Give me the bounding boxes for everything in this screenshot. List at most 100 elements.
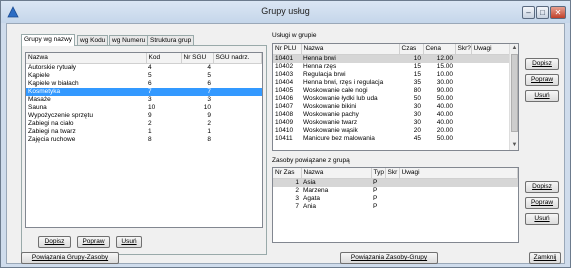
close-window-button[interactable]: ✕ xyxy=(550,6,566,19)
service-row-cell: 15 xyxy=(413,70,421,78)
service-row[interactable]: 10405 Woskowanie całe nogi 80 90.00 xyxy=(273,87,511,95)
service-row[interactable]: 10404 Henna brwi, rzęs i regulacja 35 30.00 xyxy=(273,79,511,87)
col-header-price[interactable]: Cena xyxy=(423,44,456,55)
service-row-cell: 50.00 xyxy=(436,134,453,142)
resource-row-cell: P xyxy=(371,178,385,187)
service-row-cell xyxy=(455,63,471,71)
group-row[interactable]: Wypożyczenie sprzętu 9 9 xyxy=(26,112,262,120)
resource-row-cell xyxy=(399,195,518,203)
tab-by-code[interactable]: wg Kodu xyxy=(77,35,109,45)
service-add-button[interactable]: Dopisz xyxy=(525,58,559,70)
service-row[interactable]: 10409 Woskowanie twarz 30 40.00 xyxy=(273,119,511,127)
col-header-parent-sgu[interactable]: SGU nadrz. xyxy=(213,53,262,64)
col-header-resource-short[interactable]: Skr xyxy=(385,168,400,179)
col-header-short[interactable]: Skr? xyxy=(455,44,472,55)
col-header-resource-notes[interactable]: Uwagi xyxy=(399,168,518,179)
group-row-cell: Kosmetyka xyxy=(26,87,146,96)
service-row-cell xyxy=(455,127,471,135)
services-grid[interactable]: Nr PLU Nazwa Czas Cena Skr? Uwagi 10401 H… xyxy=(272,43,519,151)
resource-row[interactable]: 3 Agata P xyxy=(273,195,518,203)
group-row-cell: 5 xyxy=(148,71,152,79)
tab-by-name[interactable]: Grupy wg nazwy xyxy=(21,34,76,46)
resource-row-cell xyxy=(385,178,399,187)
service-row[interactable]: 10402 Henna rzęs 15 15.00 xyxy=(273,63,511,71)
service-row-cell: 45 xyxy=(413,134,421,142)
groups-resources-link-button[interactable]: Powiązania Grupy-Zasoby xyxy=(21,252,119,264)
resource-row-cell: Ania xyxy=(303,202,317,210)
group-row[interactable]: Kąpiele 5 5 xyxy=(26,72,262,80)
service-row[interactable]: 10401 Henna brwi 10 12.00 xyxy=(273,54,511,63)
service-row[interactable]: 10403 Regulacja brwi 15 10.00 xyxy=(273,71,511,79)
close-icon: ✕ xyxy=(554,8,562,17)
group-row[interactable]: Masaże 3 3 xyxy=(26,96,262,104)
resources-grid[interactable]: Nr Zas Nazwa Typ Skr Uwagi 1 Asia P 2 Marzen… xyxy=(272,167,519,243)
group-row-cell: Zajęcia ruchowe xyxy=(28,135,76,143)
col-header-code[interactable]: Kod xyxy=(146,53,182,64)
scroll-thumb[interactable] xyxy=(511,54,518,132)
service-row[interactable]: 10410 Woskowanie wąsik 20 20.00 xyxy=(273,127,511,135)
service-row-cell xyxy=(471,54,511,63)
service-row[interactable]: 10406 Woskowanie łydki lub uda 50 50.00 xyxy=(273,95,511,103)
resource-row[interactable]: 7 Ania P xyxy=(273,203,518,211)
group-add-button[interactable]: Dopisz xyxy=(38,236,71,248)
service-edit-button[interactable]: Popraw xyxy=(525,74,559,86)
service-row-cell: 90.00 xyxy=(436,86,453,94)
resource-delete-button[interactable]: Usuń xyxy=(525,213,559,225)
resource-add-button[interactable]: Dopisz xyxy=(525,181,559,193)
tab-by-number[interactable]: wg Numeru xyxy=(109,35,149,45)
service-row-cell: 10402 xyxy=(275,62,294,70)
resources-groups-link-button[interactable]: Powiązania Zasoby-Grupy xyxy=(340,252,438,264)
service-delete-button[interactable]: Usuń xyxy=(525,90,559,102)
group-row[interactable]: Kosmetyka 7 7 xyxy=(26,87,262,96)
col-header-duration[interactable]: Czas xyxy=(399,44,424,55)
group-row-cell: Zabiegi na twarz xyxy=(28,127,76,135)
service-row[interactable]: 10408 Woskowanie pachy 30 40.00 xyxy=(273,111,511,119)
col-header-sgu-number[interactable]: Nr SGU xyxy=(181,53,214,64)
col-header-plu[interactable]: Nr PLU xyxy=(273,44,302,55)
service-row-cell: 20.00 xyxy=(436,126,453,134)
resource-row[interactable]: 1 Asia P xyxy=(273,178,518,187)
service-row[interactable]: 10407 Woskowanie bikini 30 40.00 xyxy=(273,103,511,111)
service-row-cell: 50.00 xyxy=(436,94,453,102)
col-header-service-name[interactable]: Nazwa xyxy=(301,44,400,55)
group-row[interactable]: Kąpiele w białach 6 6 xyxy=(26,80,262,88)
scroll-up-icon[interactable]: ▲ xyxy=(510,44,518,53)
scroll-down-icon[interactable]: ▼ xyxy=(510,141,518,150)
resource-edit-button[interactable]: Popraw xyxy=(525,197,559,209)
minimize-icon: – xyxy=(526,8,531,17)
service-row[interactable]: 10411 Manicure bez malowania 45 50.00 xyxy=(273,135,511,143)
group-row[interactable]: Zajęcia ruchowe 8 8 xyxy=(26,136,262,144)
minimize-button[interactable]: – xyxy=(522,6,535,19)
service-row-cell: 10401 xyxy=(273,54,301,63)
group-row-cell: 7 xyxy=(146,87,181,96)
group-row[interactable]: Autorskie rytuały 4 4 xyxy=(26,63,262,72)
col-header-resource-number[interactable]: Nr Zas xyxy=(273,168,302,179)
maximize-button[interactable]: □ xyxy=(536,6,549,19)
group-row-cell xyxy=(213,96,262,104)
groups-grid[interactable]: Nazwa Kod Nr SGU SGU nadrz. Autorskie ry… xyxy=(25,52,263,228)
service-row-cell: 30 xyxy=(413,110,421,118)
group-row[interactable]: Sauna 10 10 xyxy=(26,104,262,112)
resource-row[interactable]: 2 Marzena P xyxy=(273,187,518,195)
col-header-notes[interactable]: Uwagi xyxy=(471,44,511,55)
service-row-cell xyxy=(455,71,471,79)
close-dialog-button[interactable]: Zamknij xyxy=(529,252,561,264)
resource-row-cell xyxy=(399,187,518,195)
service-row-cell: 12.00 xyxy=(423,54,455,63)
col-header-resource-name[interactable]: Nazwa xyxy=(301,168,372,179)
service-row-cell: 10410 xyxy=(275,126,294,134)
group-delete-button[interactable]: Usuń xyxy=(116,236,142,248)
group-row-cell: 6 xyxy=(148,79,152,87)
group-row[interactable]: Zabiegi na twarz 1 1 xyxy=(26,128,262,136)
tab-group-structure[interactable]: Struktura grup xyxy=(147,35,195,45)
col-header-name[interactable]: Nazwa xyxy=(26,53,147,64)
resource-row-cell: P xyxy=(373,202,378,210)
group-row-cell: Zabiegi na ciało xyxy=(28,119,74,127)
service-row-cell: 10404 xyxy=(275,78,294,86)
services-scrollbar[interactable]: ▲ ▼ xyxy=(509,44,518,150)
group-edit-button[interactable]: Popraw xyxy=(77,236,110,248)
group-row[interactable]: Zabiegi na ciało 2 2 xyxy=(26,120,262,128)
service-row-cell: 10409 xyxy=(275,118,294,126)
col-header-type[interactable]: Typ xyxy=(371,168,386,179)
group-row-cell xyxy=(213,72,262,80)
